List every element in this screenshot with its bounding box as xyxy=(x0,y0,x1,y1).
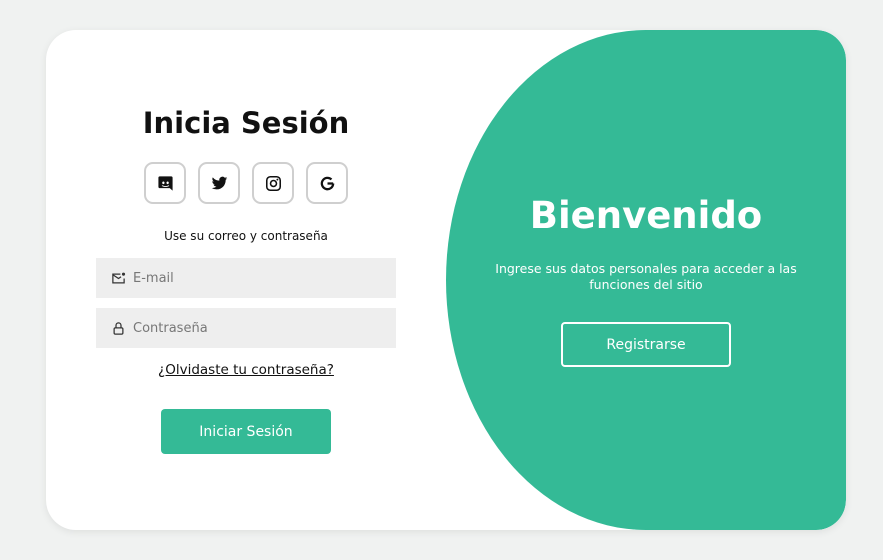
google-icon xyxy=(320,176,334,190)
page-title: Inicia Sesión xyxy=(142,106,350,140)
social-login-group xyxy=(144,162,348,204)
password-input[interactable] xyxy=(133,320,373,336)
email-input[interactable] xyxy=(133,270,373,286)
login-button[interactable]: Iniciar Sesión xyxy=(161,409,331,454)
google-button[interactable] xyxy=(306,162,348,204)
register-button[interactable]: Registrarse xyxy=(561,322,731,367)
login-hint: Use su correo y contraseña xyxy=(164,229,328,243)
login-card: Inicia Sesión Use su correo y contraseña… xyxy=(46,30,846,530)
lock-icon xyxy=(113,321,124,335)
discord-icon xyxy=(157,175,173,191)
twitter-icon xyxy=(211,176,227,189)
instagram-button[interactable] xyxy=(252,162,294,204)
instagram-icon xyxy=(265,175,281,191)
password-field-wrapper xyxy=(96,308,396,348)
twitter-button[interactable] xyxy=(198,162,240,204)
welcome-title: Bienvenido xyxy=(529,194,763,237)
forgot-password-link[interactable]: ¿Olvidaste tu contraseña? xyxy=(96,362,396,378)
mail-icon xyxy=(112,272,126,283)
discord-button[interactable] xyxy=(144,162,186,204)
welcome-subtitle: Ingrese sus datos personales para accede… xyxy=(495,261,797,292)
email-field-wrapper xyxy=(96,258,396,298)
